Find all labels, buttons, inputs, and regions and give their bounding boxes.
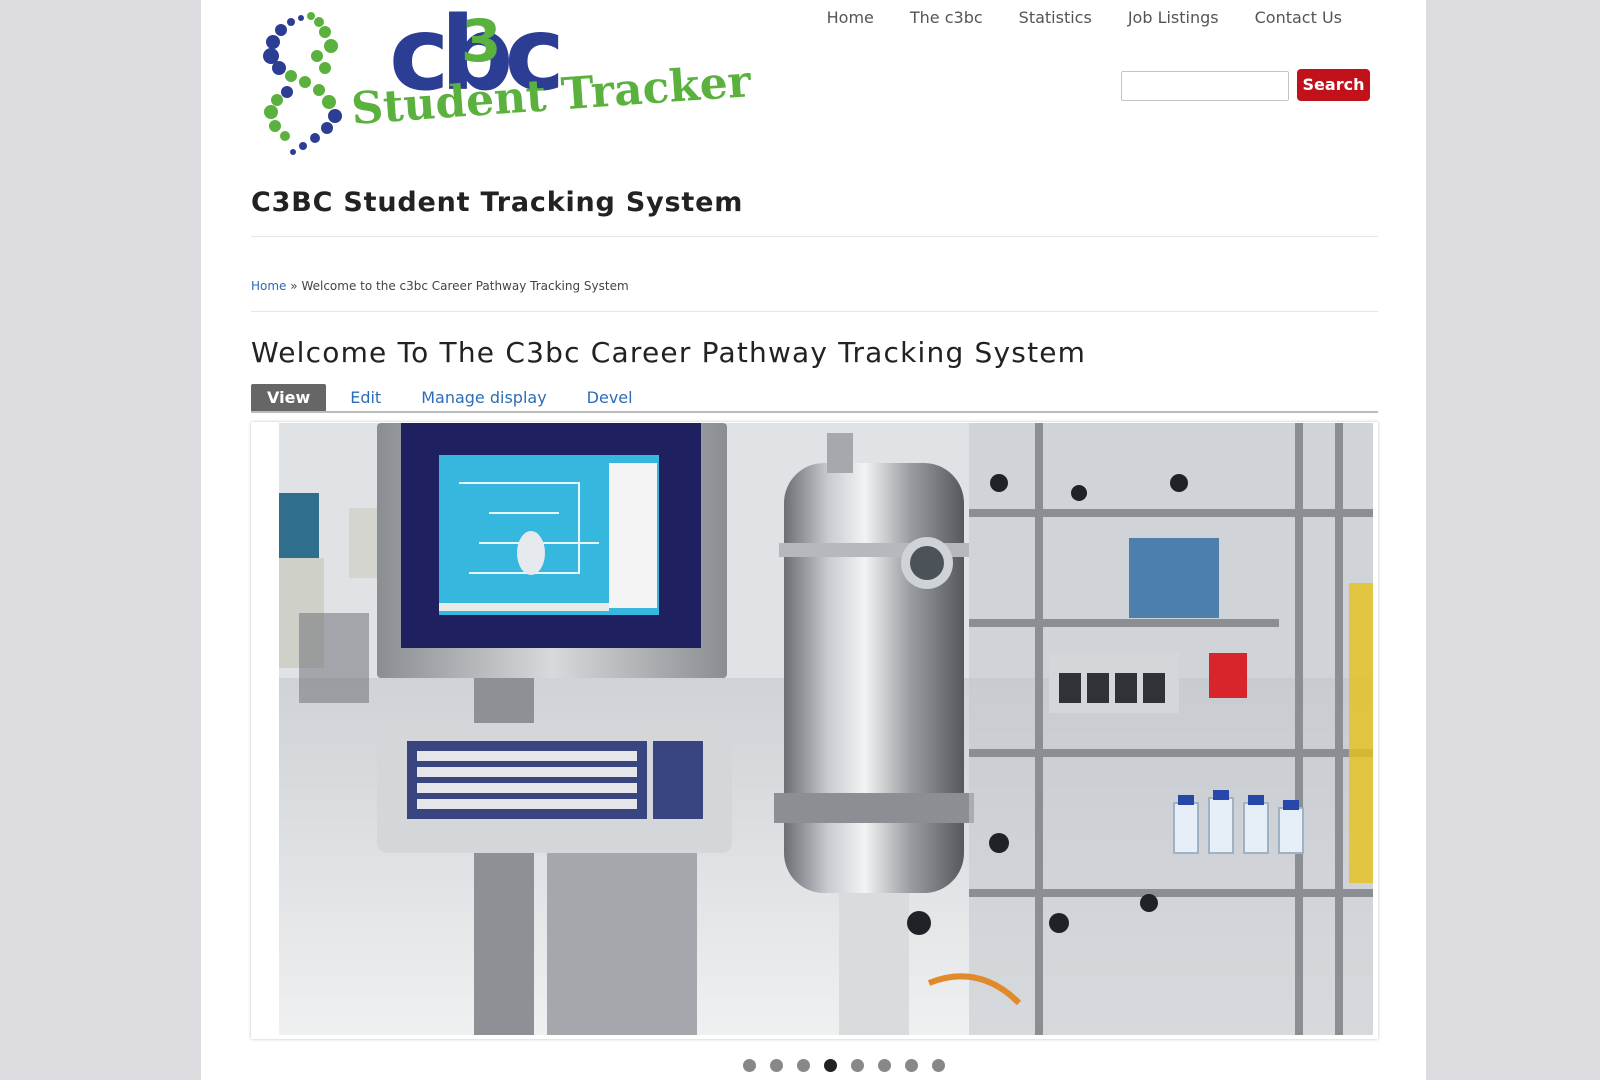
helix-dot: [266, 35, 280, 49]
slideshow-pager-dot[interactable]: [904, 1059, 918, 1072]
helix-dot: [310, 133, 320, 143]
nav-contact-us[interactable]: Contact Us: [1237, 8, 1360, 28]
main-nav: Home The c3bc Statistics Job Listings Co…: [809, 8, 1360, 28]
helix-dot: [269, 120, 281, 132]
helix-dot: [321, 122, 333, 134]
helix-dot: [298, 15, 304, 21]
slideshow-pager-dot[interactable]: [796, 1059, 810, 1072]
divider: [251, 236, 1378, 237]
site-logo[interactable]: cbc 3 Student Tracker: [261, 4, 752, 158]
local-tabs: View Edit Manage display Devel: [251, 384, 1378, 413]
helix-dot: [328, 109, 342, 123]
slideshow-pager-dot[interactable]: [769, 1059, 783, 1072]
breadcrumb-current: Welcome to the c3bc Career Pathway Track…: [301, 279, 629, 293]
page-title: Welcome To The C3bc Career Pathway Track…: [251, 336, 1087, 369]
helix-dot: [275, 24, 287, 36]
helix-dot: [264, 105, 278, 119]
site-name: C3BC Student Tracking System: [251, 187, 744, 218]
helix-dot: [271, 94, 283, 106]
search-button[interactable]: Search: [1297, 69, 1370, 101]
helix-dot: [281, 86, 293, 98]
helix-dot: [307, 12, 315, 20]
slideshow-pager-dot[interactable]: [742, 1059, 756, 1072]
nav-job-listings[interactable]: Job Listings: [1110, 8, 1237, 28]
search-input[interactable]: [1121, 71, 1289, 101]
helix-dot: [290, 149, 296, 155]
slideshow-pager-dot[interactable]: [850, 1059, 864, 1072]
tab-manage-display[interactable]: Manage display: [405, 384, 562, 411]
slideshow-pager-dot[interactable]: [931, 1059, 945, 1072]
helix-dot: [319, 62, 331, 74]
slideshow-pager: [201, 1059, 1426, 1072]
logo-wordmark-superscript: 3: [461, 7, 502, 75]
tab-view[interactable]: View: [251, 384, 327, 411]
tab-devel[interactable]: Devel: [571, 384, 649, 411]
slideshow-pager-dot[interactable]: [877, 1059, 891, 1072]
helix-dot: [314, 17, 324, 27]
helix-dot: [272, 61, 286, 75]
helix-dot: [324, 39, 338, 53]
slideshow-pager-dot[interactable]: [823, 1059, 837, 1072]
helix-dot: [285, 70, 297, 82]
slideshow: [251, 422, 1378, 1039]
breadcrumb-home-link[interactable]: Home: [251, 279, 286, 293]
nav-statistics[interactable]: Statistics: [1001, 8, 1110, 28]
helix-dot: [311, 50, 323, 62]
helix-dot: [313, 84, 325, 96]
tab-edit[interactable]: Edit: [334, 384, 397, 411]
nav-the-c3bc[interactable]: The c3bc: [892, 8, 1001, 28]
helix-dot: [280, 131, 290, 141]
helix-dot: [287, 18, 295, 26]
helix-dot: [299, 142, 307, 150]
nav-home[interactable]: Home: [809, 8, 892, 28]
page: cbc 3 Student Tracker Home The c3bc Stat…: [201, 0, 1426, 1080]
helix-logo-icon: [263, 12, 342, 155]
slide-image[interactable]: [279, 423, 1373, 1035]
helix-dot: [319, 26, 331, 38]
helix-dot: [322, 95, 336, 109]
breadcrumb: Home » Welcome to the c3bc Career Pathwa…: [251, 279, 629, 293]
helix-dot: [299, 76, 311, 88]
breadcrumb-separator: »: [290, 279, 298, 293]
divider: [251, 311, 1378, 312]
